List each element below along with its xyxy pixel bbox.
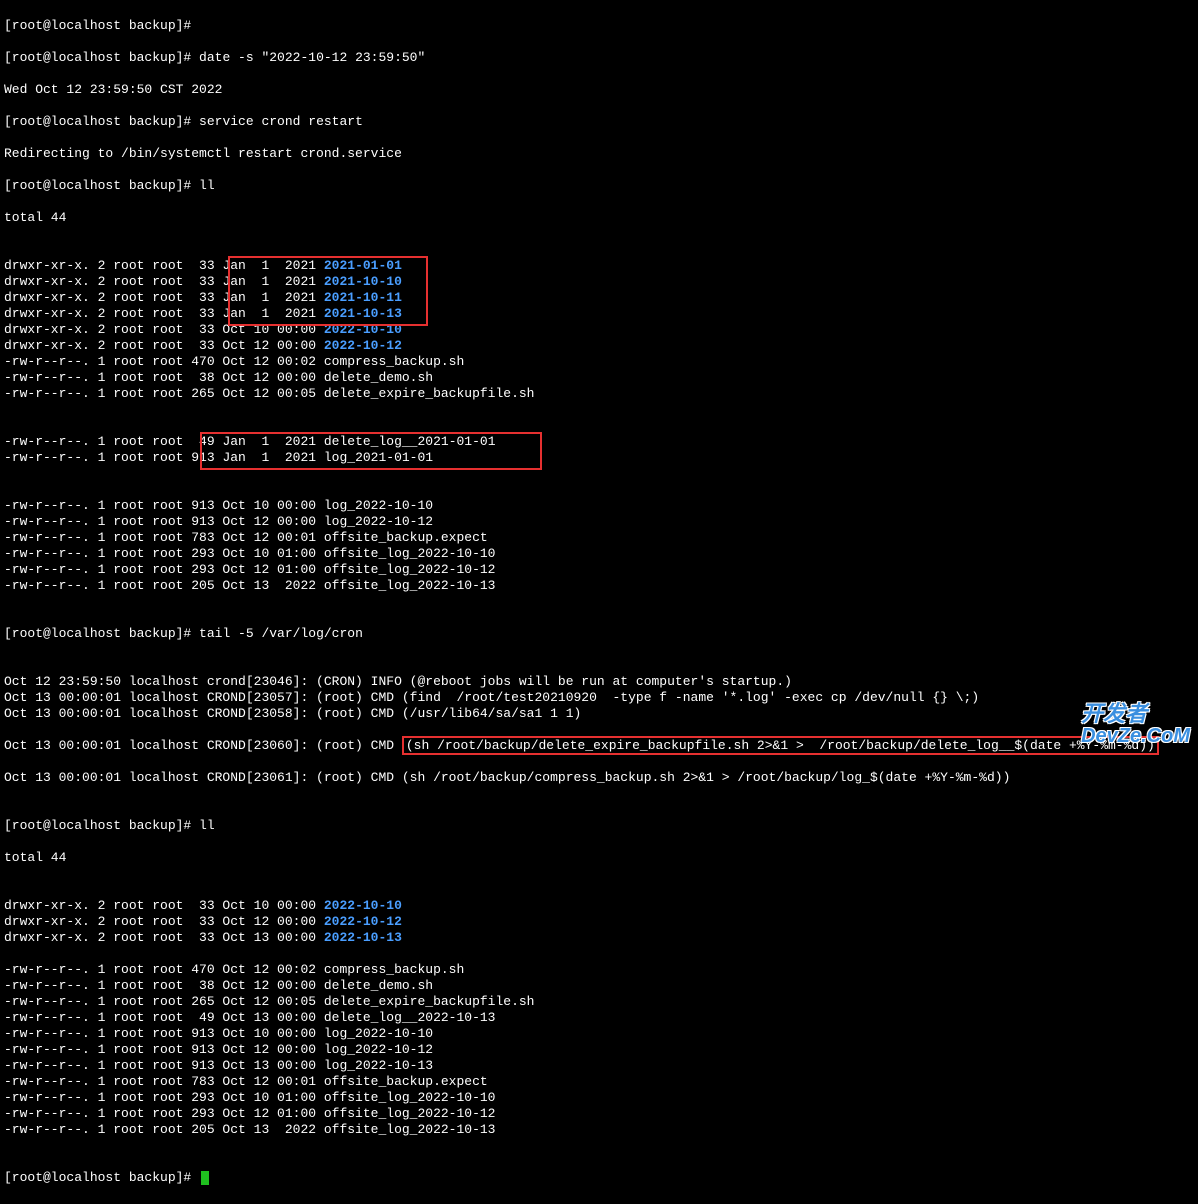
directory-name: 2022-10-13	[324, 930, 402, 945]
terminal-output[interactable]: [root@localhost backup]# [root@localhost…	[0, 0, 1198, 1204]
file-perms: drwxr-xr-x. 2 root root 33	[4, 290, 222, 305]
file-listing-row: -rw-r--r--. 1 root root 293 Oct 12 01:00…	[4, 562, 1194, 578]
directory-name: 2022-10-12	[324, 914, 402, 929]
cron-log-output: Oct 12 23:59:50 localhost crond[23046]: …	[4, 674, 1194, 722]
file-listing-row: -rw-r--r--. 1 root root 265 Oct 12 00:05…	[4, 386, 1194, 402]
directory-name: 2022-10-12	[324, 338, 402, 353]
cron-highlighted-line: Oct 13 00:00:01 localhost CROND[23060]: …	[4, 738, 1194, 754]
file-listing-row: -rw-r--r--. 1 root root 913 Oct 10 00:00…	[4, 1026, 1194, 1042]
shell-prompt: [root@localhost backup]#	[4, 1170, 199, 1185]
file-listing-row: -rw-r--r--. 1 root root 913 Jan 1 2021 l…	[4, 450, 1194, 466]
file-listing-row: -rw-r--r--. 1 root root 49 Jan 1 2021 de…	[4, 434, 1194, 450]
file-perms: drwxr-xr-x. 2 root root 33 Oct 10 00:00	[4, 322, 324, 337]
cursor-icon	[201, 1171, 209, 1185]
file-perms: drwxr-xr-x. 2 root root 33	[4, 306, 222, 321]
file-listing-row: -rw-r--r--. 1 root root 293 Oct 10 01:00…	[4, 1090, 1194, 1106]
file-details: 49 Jan 1 2021 delete_log__2021-01-01	[199, 434, 495, 449]
file-listing-row: -rw-r--r--. 1 root root 38 Oct 12 00:00 …	[4, 978, 1194, 994]
file-listing-1: drwxr-xr-x. 2 root root 33 Jan 1 2021 20…	[4, 258, 1194, 402]
file-perms: drwxr-xr-x. 2 root root 33 Oct 13 00:00	[4, 930, 324, 945]
shell-prompt: [root@localhost backup]#	[4, 50, 199, 65]
cron-line-prefix: Oct 13 00:00:01 localhost CROND[23060]: …	[4, 738, 402, 753]
shell-prompt: [root@localhost backup]#	[4, 114, 199, 129]
file-perms: -rw-r--r--. 1 root root	[4, 434, 199, 449]
file-listing-row: -rw-r--r--. 1 root root 205 Oct 13 2022 …	[4, 1122, 1194, 1138]
directory-name: 2021-10-10	[324, 274, 402, 289]
file-date: Jan 1 2021	[222, 258, 323, 273]
file-listing-row: -rw-r--r--. 1 root root 293 Oct 12 01:00…	[4, 1106, 1194, 1122]
cron-log-line: Oct 13 00:00:01 localhost CROND[23058]: …	[4, 706, 1194, 722]
service-output: Redirecting to /bin/systemctl restart cr…	[4, 146, 1194, 162]
command-text: service crond restart	[199, 114, 363, 129]
file-listing-row: -rw-r--r--. 1 root root 913 Oct 12 00:00…	[4, 1042, 1194, 1058]
total-line: total 44	[4, 850, 1194, 866]
file-listing-row: -rw-r--r--. 1 root root 783 Oct 12 00:01…	[4, 530, 1194, 546]
file-date: Jan 1 2021	[222, 290, 323, 305]
file-listing-row: drwxr-xr-x. 2 root root 33 Jan 1 2021 20…	[4, 274, 1194, 290]
file-details: 13 Jan 1 2021 log_2021-01-01	[199, 450, 495, 465]
file-listing-row: -rw-r--r--. 1 root root 913 Oct 10 00:00…	[4, 498, 1194, 514]
file-listing-row: drwxr-xr-x. 2 root root 33 Jan 1 2021 20…	[4, 306, 1194, 322]
directory-name: 2021-10-11	[324, 290, 402, 305]
file-listing-row: drwxr-xr-x. 2 root root 33 Oct 10 00:00 …	[4, 898, 1194, 914]
file-perms: drwxr-xr-x. 2 root root 33	[4, 258, 222, 273]
directory-name: 2021-01-01	[324, 258, 402, 273]
file-listing-row: -rw-r--r--. 1 root root 470 Oct 12 00:02…	[4, 962, 1194, 978]
file-date: Jan 1 2021	[222, 274, 323, 289]
file-listing-2-files: -rw-r--r--. 1 root root 470 Oct 12 00:02…	[4, 962, 1194, 1138]
cron-line: Oct 13 00:00:01 localhost CROND[23061]: …	[4, 770, 1194, 786]
date-output: Wed Oct 12 23:59:50 CST 2022	[4, 82, 1194, 98]
cron-log-line: Oct 12 23:59:50 localhost crond[23046]: …	[4, 674, 1194, 690]
file-listing-row: -rw-r--r--. 1 root root 783 Oct 12 00:01…	[4, 1074, 1194, 1090]
directory-name: 2022-10-10	[324, 322, 402, 337]
file-listing-2-dirs: drwxr-xr-x. 2 root root 33 Oct 10 00:00 …	[4, 898, 1194, 946]
file-perms: drwxr-xr-x. 2 root root 33	[4, 274, 222, 289]
file-perms: drwxr-xr-x. 2 root root 33 Oct 10 00:00	[4, 898, 324, 913]
cron-log-line: Oct 13 00:00:01 localhost CROND[23057]: …	[4, 690, 1194, 706]
file-date: Jan 1 2021	[222, 306, 323, 321]
file-listing-row: drwxr-xr-x. 2 root root 33 Jan 1 2021 20…	[4, 290, 1194, 306]
file-perms: drwxr-xr-x. 2 root root 33 Oct 12 00:00	[4, 338, 324, 353]
file-listing-row: drwxr-xr-x. 2 root root 33 Oct 12 00:00 …	[4, 338, 1194, 354]
file-listing-row: -rw-r--r--. 1 root root 913 Oct 12 00:00…	[4, 514, 1194, 530]
file-perms: drwxr-xr-x. 2 root root 33 Oct 12 00:00	[4, 914, 324, 929]
file-listing-row: -rw-r--r--. 1 root root 265 Oct 12 00:05…	[4, 994, 1194, 1010]
shell-prompt: [root@localhost backup]#	[4, 18, 199, 33]
current-prompt-line[interactable]: [root@localhost backup]#	[4, 1170, 1194, 1186]
file-listing-row: -rw-r--r--. 1 root root 293 Oct 10 01:00…	[4, 546, 1194, 562]
file-listing-row: drwxr-xr-x. 2 root root 33 Jan 1 2021 20…	[4, 258, 1194, 274]
shell-prompt: [root@localhost backup]#	[4, 626, 199, 641]
file-listing-row: drwxr-xr-x. 2 root root 33 Oct 13 00:00 …	[4, 930, 1194, 946]
command-text: date -s "2022-10-12 23:59:50"	[199, 50, 425, 65]
directory-name: 2021-10-13	[324, 306, 402, 321]
file-listing-row: -rw-r--r--. 1 root root 38 Oct 12 00:00 …	[4, 370, 1194, 386]
file-listing-row: -rw-r--r--. 1 root root 49 Oct 13 00:00 …	[4, 1010, 1194, 1026]
file-perms: -rw-r--r--. 1 root root 9	[4, 450, 199, 465]
file-listing-1-rest: -rw-r--r--. 1 root root 913 Oct 10 00:00…	[4, 498, 1194, 594]
file-listing-row: -rw-r--r--. 1 root root 913 Oct 13 00:00…	[4, 1058, 1194, 1074]
file-listing-row: drwxr-xr-x. 2 root root 33 Oct 12 00:00 …	[4, 914, 1194, 930]
shell-prompt: [root@localhost backup]#	[4, 818, 199, 833]
shell-prompt: [root@localhost backup]#	[4, 178, 199, 193]
total-line: total 44	[4, 210, 1194, 226]
highlighted-files-box: -rw-r--r--. 1 root root 49 Jan 1 2021 de…	[4, 434, 1194, 466]
file-listing-row: drwxr-xr-x. 2 root root 33 Oct 10 00:00 …	[4, 322, 1194, 338]
command-text: ll	[199, 818, 215, 833]
highlighted-command-box: (sh /root/backup/delete_expire_backupfil…	[402, 736, 1159, 755]
command-text: ll	[199, 178, 215, 193]
directory-name: 2022-10-10	[324, 898, 402, 913]
file-listing-row: -rw-r--r--. 1 root root 205 Oct 13 2022 …	[4, 578, 1194, 594]
command-text: tail -5 /var/log/cron	[199, 626, 363, 641]
file-listing-row: -rw-r--r--. 1 root root 470 Oct 12 00:02…	[4, 354, 1194, 370]
